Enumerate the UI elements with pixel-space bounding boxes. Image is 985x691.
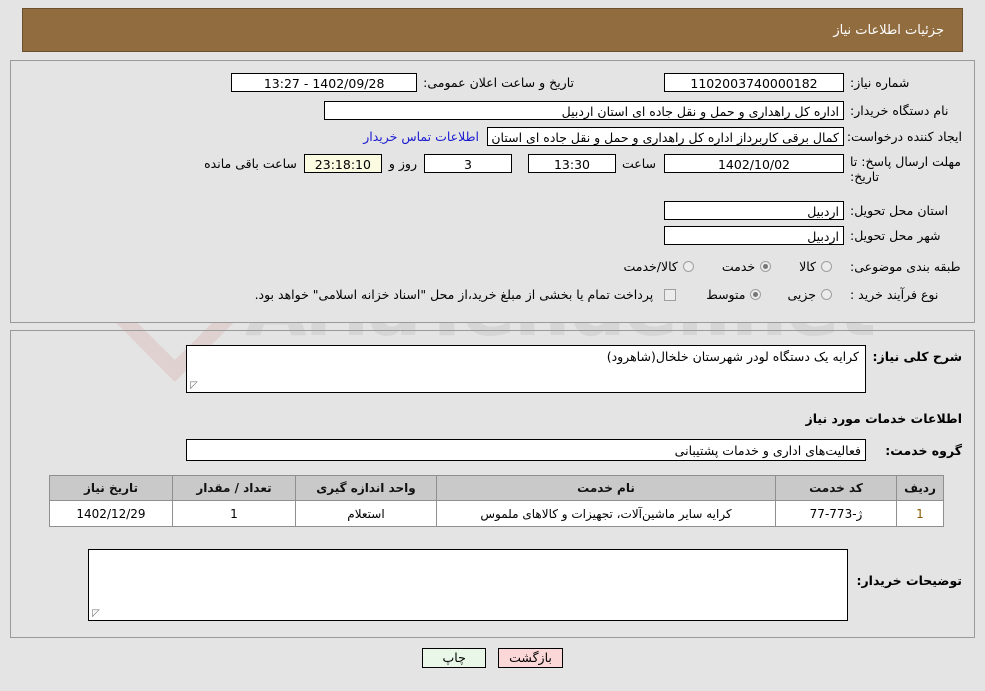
category-option-kala-label: کالا — [799, 259, 816, 274]
announce-datetime-label: تاریخ و ساعت اعلان عمومی: — [423, 75, 574, 90]
process-option-jozei[interactable]: جزیی — [787, 287, 832, 302]
col-row-no: ردیف — [896, 475, 944, 501]
col-service-code: کد خدمت — [775, 475, 897, 501]
need-number-label: شماره نیاز: — [850, 75, 910, 90]
treasury-bond-option[interactable]: پرداخت تمام یا بخشی از مبلغ خرید،از محل … — [255, 287, 677, 302]
radio-khedmat-icon[interactable] — [760, 261, 772, 272]
cell-unit: استعلام — [295, 500, 437, 527]
back-button[interactable]: بازگشت — [498, 648, 563, 668]
col-need-date: تاریخ نیاز — [49, 475, 173, 501]
cell-service-name: کرایه سایر ماشین‌آلات، تجهیزات و کالاهای… — [436, 500, 776, 527]
process-option-motevaset[interactable]: متوسط — [706, 287, 762, 302]
cell-row-no: 1 — [896, 500, 944, 527]
table-row: 1 ژ-773-77 کرایه سایر ماشین‌آلات، تجهیزا… — [49, 500, 944, 527]
buyer-org-label: نام دستگاه خریدار: — [850, 103, 949, 118]
process-option-motevaset-label: متوسط — [706, 287, 746, 302]
service-group-label: گروه خدمت: — [885, 442, 962, 458]
cell-service-code: ژ-773-77 — [775, 500, 897, 527]
buyer-notes-box[interactable]: ◹ — [88, 549, 848, 621]
delivery-province-label: استان محل تحویل: — [850, 203, 949, 218]
delivery-province-value: اردبیل — [664, 201, 844, 220]
deadline-time-label: ساعت — [621, 156, 656, 171]
buyer-org-value: اداره کل راهداری و حمل و نقل جاده ای است… — [324, 101, 844, 120]
purchase-process-label: نوع فرآیند خرید : — [850, 287, 939, 302]
treasury-bond-note: پرداخت تمام یا بخشی از مبلغ خرید،از محل … — [254, 287, 654, 302]
cell-need-date: 1402/12/29 — [49, 500, 173, 527]
category-option-kala-khedmat-label: کالا/خدمت — [623, 259, 678, 274]
checkbox-treasury-icon[interactable] — [664, 288, 677, 301]
category-option-khedmat-label: خدمت — [721, 259, 756, 274]
deadline-date-value: 1402/10/02 — [664, 154, 844, 173]
buyer-notes-label: توضیحات خریدار: — [856, 573, 962, 588]
print-button[interactable]: چاپ — [422, 648, 487, 668]
category-option-kala-khedmat[interactable]: کالا/خدمت — [623, 259, 694, 274]
remaining-days-value: 3 — [424, 154, 512, 173]
category-option-kala[interactable]: کالا — [799, 259, 832, 274]
action-buttons: بازگشت چاپ — [0, 648, 985, 668]
remaining-days-unit-label: روز و — [388, 156, 417, 171]
request-creator-label: ایجاد کننده درخواست: — [846, 129, 962, 144]
deadline-time-value: 13:30 — [527, 154, 616, 173]
general-description-label: شرح کلی نیاز: — [872, 349, 962, 364]
service-items-table: ردیف کد خدمت نام خدمت واحد اندازه گیری ت… — [49, 475, 944, 527]
need-details-panel: شرح کلی نیاز: کرایه یک دستگاه لودر شهرست… — [10, 330, 975, 638]
countdown-timer-value: 23:18:10 — [303, 154, 382, 173]
page-title: جزئیات اطلاعات نیاز — [833, 22, 944, 38]
general-description-value: کرایه یک دستگاه لودر شهرستان خلخال(شاهرو… — [606, 349, 859, 364]
delivery-city-label: شهر محل تحویل: — [850, 228, 941, 243]
radio-kala-khedmat-icon[interactable] — [682, 261, 694, 272]
col-unit: واحد اندازه گیری — [295, 475, 437, 501]
delivery-city-value: اردبیل — [664, 226, 844, 245]
need-number-value: 1102003740000182 — [664, 73, 844, 92]
resize-grip-icon-notes[interactable]: ◹ — [92, 608, 102, 619]
buyer-contact-link[interactable]: اطلاعات تماس خریدار — [363, 129, 479, 144]
col-quantity: تعداد / مقدار — [172, 475, 296, 501]
services-section-title: اطلاعات خدمات مورد نیاز — [805, 411, 963, 426]
subject-category-label: طبقه بندی موضوعی: — [850, 259, 961, 274]
service-group-value: فعالیت‌های اداری و خدمات پشتیبانی — [186, 439, 866, 461]
remaining-hours-label: ساعت باقی مانده — [204, 156, 297, 171]
general-description-box[interactable]: کرایه یک دستگاه لودر شهرستان خلخال(شاهرو… — [186, 345, 866, 393]
table-header-row: ردیف کد خدمت نام خدمت واحد اندازه گیری ت… — [49, 475, 944, 501]
page-header: جزئیات اطلاعات نیاز — [22, 8, 963, 52]
radio-kala-icon[interactable] — [821, 261, 832, 272]
need-info-panel: شماره نیاز: 1102003740000182 تاریخ و ساع… — [10, 60, 975, 323]
radio-motevaset-icon[interactable] — [750, 289, 762, 300]
process-option-jozei-label: جزیی — [787, 287, 816, 302]
request-creator-value: کمال برقی کاربرداز اداره کل راهداری و حم… — [487, 127, 844, 146]
announce-datetime-value: 1402/09/28 - 13:27 — [231, 73, 418, 92]
cell-quantity: 1 — [172, 500, 296, 527]
col-service-name: نام خدمت — [436, 475, 776, 501]
resize-grip-icon[interactable]: ◹ — [190, 380, 200, 391]
category-option-khedmat[interactable]: خدمت — [721, 259, 772, 274]
radio-jozei-icon[interactable] — [821, 289, 832, 300]
response-deadline-label: مهلت ارسال پاسخ: تا تاریخ: — [850, 154, 961, 184]
